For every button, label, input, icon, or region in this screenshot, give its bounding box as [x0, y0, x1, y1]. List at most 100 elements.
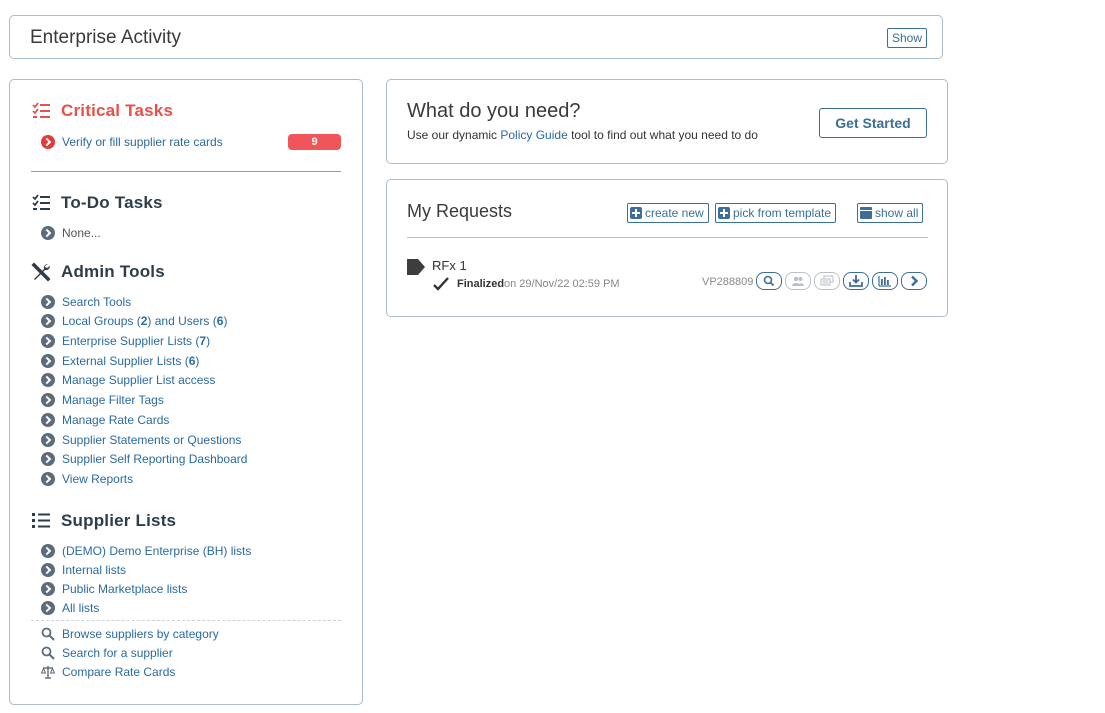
supplier-lists-header: Supplier Lists [31, 511, 176, 531]
show-button[interactable]: Show [886, 28, 927, 48]
critical-tasks-title: Critical Tasks [61, 101, 174, 120]
reports-button[interactable] [872, 272, 898, 290]
enterprise-activity-title: Enterprise Activity [30, 27, 181, 48]
admin-item-enterprise-supplier-lists[interactable]: Enterprise Supplier Lists (7) [41, 332, 210, 350]
create-new-label: create new [645, 206, 704, 220]
supplier-list-item-all[interactable]: All lists [41, 599, 99, 617]
policy-guide-panel: What do you need? Use our dynamic Policy… [386, 79, 948, 164]
chevron-right-icon [41, 373, 55, 387]
admin-item-supplier-statements[interactable]: Supplier Statements or Questions [41, 431, 241, 449]
divider [31, 620, 341, 621]
download-icon [849, 275, 863, 287]
admin-item-label: Enterprise Supplier Lists (7) [62, 334, 211, 348]
download-button[interactable] [843, 272, 869, 290]
open-request-button[interactable] [901, 272, 927, 290]
todo-task-item: None... [41, 224, 101, 242]
browse-suppliers-link[interactable]: Browse suppliers by category [41, 625, 219, 643]
divider [31, 171, 341, 172]
tools-icon [31, 262, 51, 282]
admin-item-manage-supplier-list-access[interactable]: Manage Supplier List access [41, 371, 215, 389]
magnifier-icon [41, 627, 55, 641]
need-subtitle: Use our dynamic Policy Guide tool to fin… [407, 128, 758, 142]
chevron-right-icon [41, 582, 55, 596]
chevron-right-icon [41, 544, 55, 558]
supplier-list-item-internal[interactable]: Internal lists [41, 561, 126, 579]
task-list-icon [32, 194, 50, 210]
divider [407, 237, 928, 238]
request-status: Finalized [457, 278, 505, 290]
checkmark-icon [433, 277, 449, 291]
team-button[interactable] [785, 272, 811, 290]
bar-chart-icon [878, 276, 891, 287]
supplier-list-item-public[interactable]: Public Marketplace lists [41, 580, 187, 598]
magnifier-icon [41, 646, 55, 660]
admin-tools-header: Admin Tools [31, 262, 165, 282]
chevron-right-icon [41, 354, 55, 368]
chevron-right-icon [41, 226, 55, 240]
critical-task-label: Verify or fill supplier rate cards [62, 135, 223, 149]
admin-item-manage-filter-tags[interactable]: Manage Filter Tags [41, 391, 164, 409]
need-title: What do you need? [407, 100, 581, 122]
critical-task-item[interactable]: Verify or fill supplier rate cards [41, 133, 223, 151]
supplier-list-label: Public Marketplace lists [62, 582, 188, 596]
admin-item-external-supplier-lists[interactable]: External Supplier Lists (6) [41, 352, 199, 370]
chevron-right-icon [41, 393, 55, 407]
stack-icon [820, 275, 834, 286]
admin-item-label: Supplier Statements or Questions [62, 433, 242, 447]
admin-item-manage-rate-cards[interactable]: Manage Rate Cards [41, 411, 169, 429]
chevron-right-icon [41, 433, 55, 447]
search-supplier-link[interactable]: Search for a supplier [41, 644, 173, 662]
get-started-button[interactable]: Get Started [819, 108, 927, 138]
chevron-right-icon [41, 135, 55, 149]
chevron-right-icon [41, 452, 55, 466]
plus-icon [630, 207, 642, 219]
archive-icon [860, 207, 872, 219]
pick-from-template-button[interactable]: pick from template [715, 203, 837, 223]
admin-item-label: Manage Filter Tags [62, 393, 164, 407]
admin-item-local-groups[interactable]: Local Groups (2) and Users (6) [41, 312, 227, 330]
supplier-list-item-demo[interactable]: (DEMO) Demo Enterprise (BH) lists [41, 542, 251, 560]
compare-rate-cards-label: Compare Rate Cards [62, 665, 176, 679]
my-requests-panel: My Requests create new pick from templat… [386, 179, 948, 317]
supplier-lists-title: Supplier Lists [61, 511, 177, 530]
responses-button[interactable] [814, 272, 840, 290]
request-id: VP288809 [702, 276, 754, 288]
request-name[interactable]: RFx 1 [432, 258, 467, 273]
admin-item-label: Manage Supplier List access [62, 373, 216, 387]
list-icon [32, 513, 50, 528]
magnifier-icon [763, 275, 775, 287]
policy-guide-link[interactable]: Policy Guide [500, 128, 567, 142]
users-icon [792, 276, 804, 286]
create-new-button[interactable]: create new [627, 203, 709, 223]
task-list-icon [32, 102, 50, 118]
plus-icon [718, 207, 730, 219]
compare-rate-cards-link[interactable]: Compare Rate Cards [41, 663, 175, 681]
admin-item-label: Local Groups (2) and Users (6) [62, 314, 228, 328]
critical-task-count-badge: 9 [288, 134, 341, 150]
search-supplier-label: Search for a supplier [62, 646, 173, 660]
admin-item-label: Supplier Self Reporting Dashboard [62, 452, 248, 466]
admin-item-label: Search Tools [62, 295, 132, 309]
request-date: on 29/Nov/22 02:59 PM [504, 278, 620, 290]
chevron-right-icon [41, 295, 55, 309]
scale-icon [41, 666, 55, 679]
view-request-button[interactable] [756, 272, 782, 290]
admin-item-view-reports[interactable]: View Reports [41, 470, 133, 488]
admin-item-label: Manage Rate Cards [62, 413, 170, 427]
chevron-right-icon [41, 314, 55, 328]
chevron-right-icon [41, 334, 55, 348]
admin-item-label: View Reports [62, 472, 134, 486]
supplier-list-label: (DEMO) Demo Enterprise (BH) lists [62, 544, 252, 558]
todo-none-label: None... [62, 226, 101, 240]
chevron-right-icon [41, 413, 55, 427]
chevron-right-icon [911, 275, 919, 287]
show-all-button[interactable]: show all [857, 203, 924, 223]
left-panel: Critical Tasks Verify or fill supplier r… [9, 79, 363, 705]
admin-tools-title: Admin Tools [61, 262, 165, 281]
admin-item-search-tools[interactable]: Search Tools [41, 293, 131, 311]
enterprise-activity-panel: Enterprise Activity Show [9, 15, 943, 59]
browse-suppliers-label: Browse suppliers by category [62, 627, 219, 641]
admin-item-supplier-self-reporting[interactable]: Supplier Self Reporting Dashboard [41, 450, 247, 468]
supplier-list-label: Internal lists [62, 563, 127, 577]
chevron-right-icon [41, 563, 55, 577]
